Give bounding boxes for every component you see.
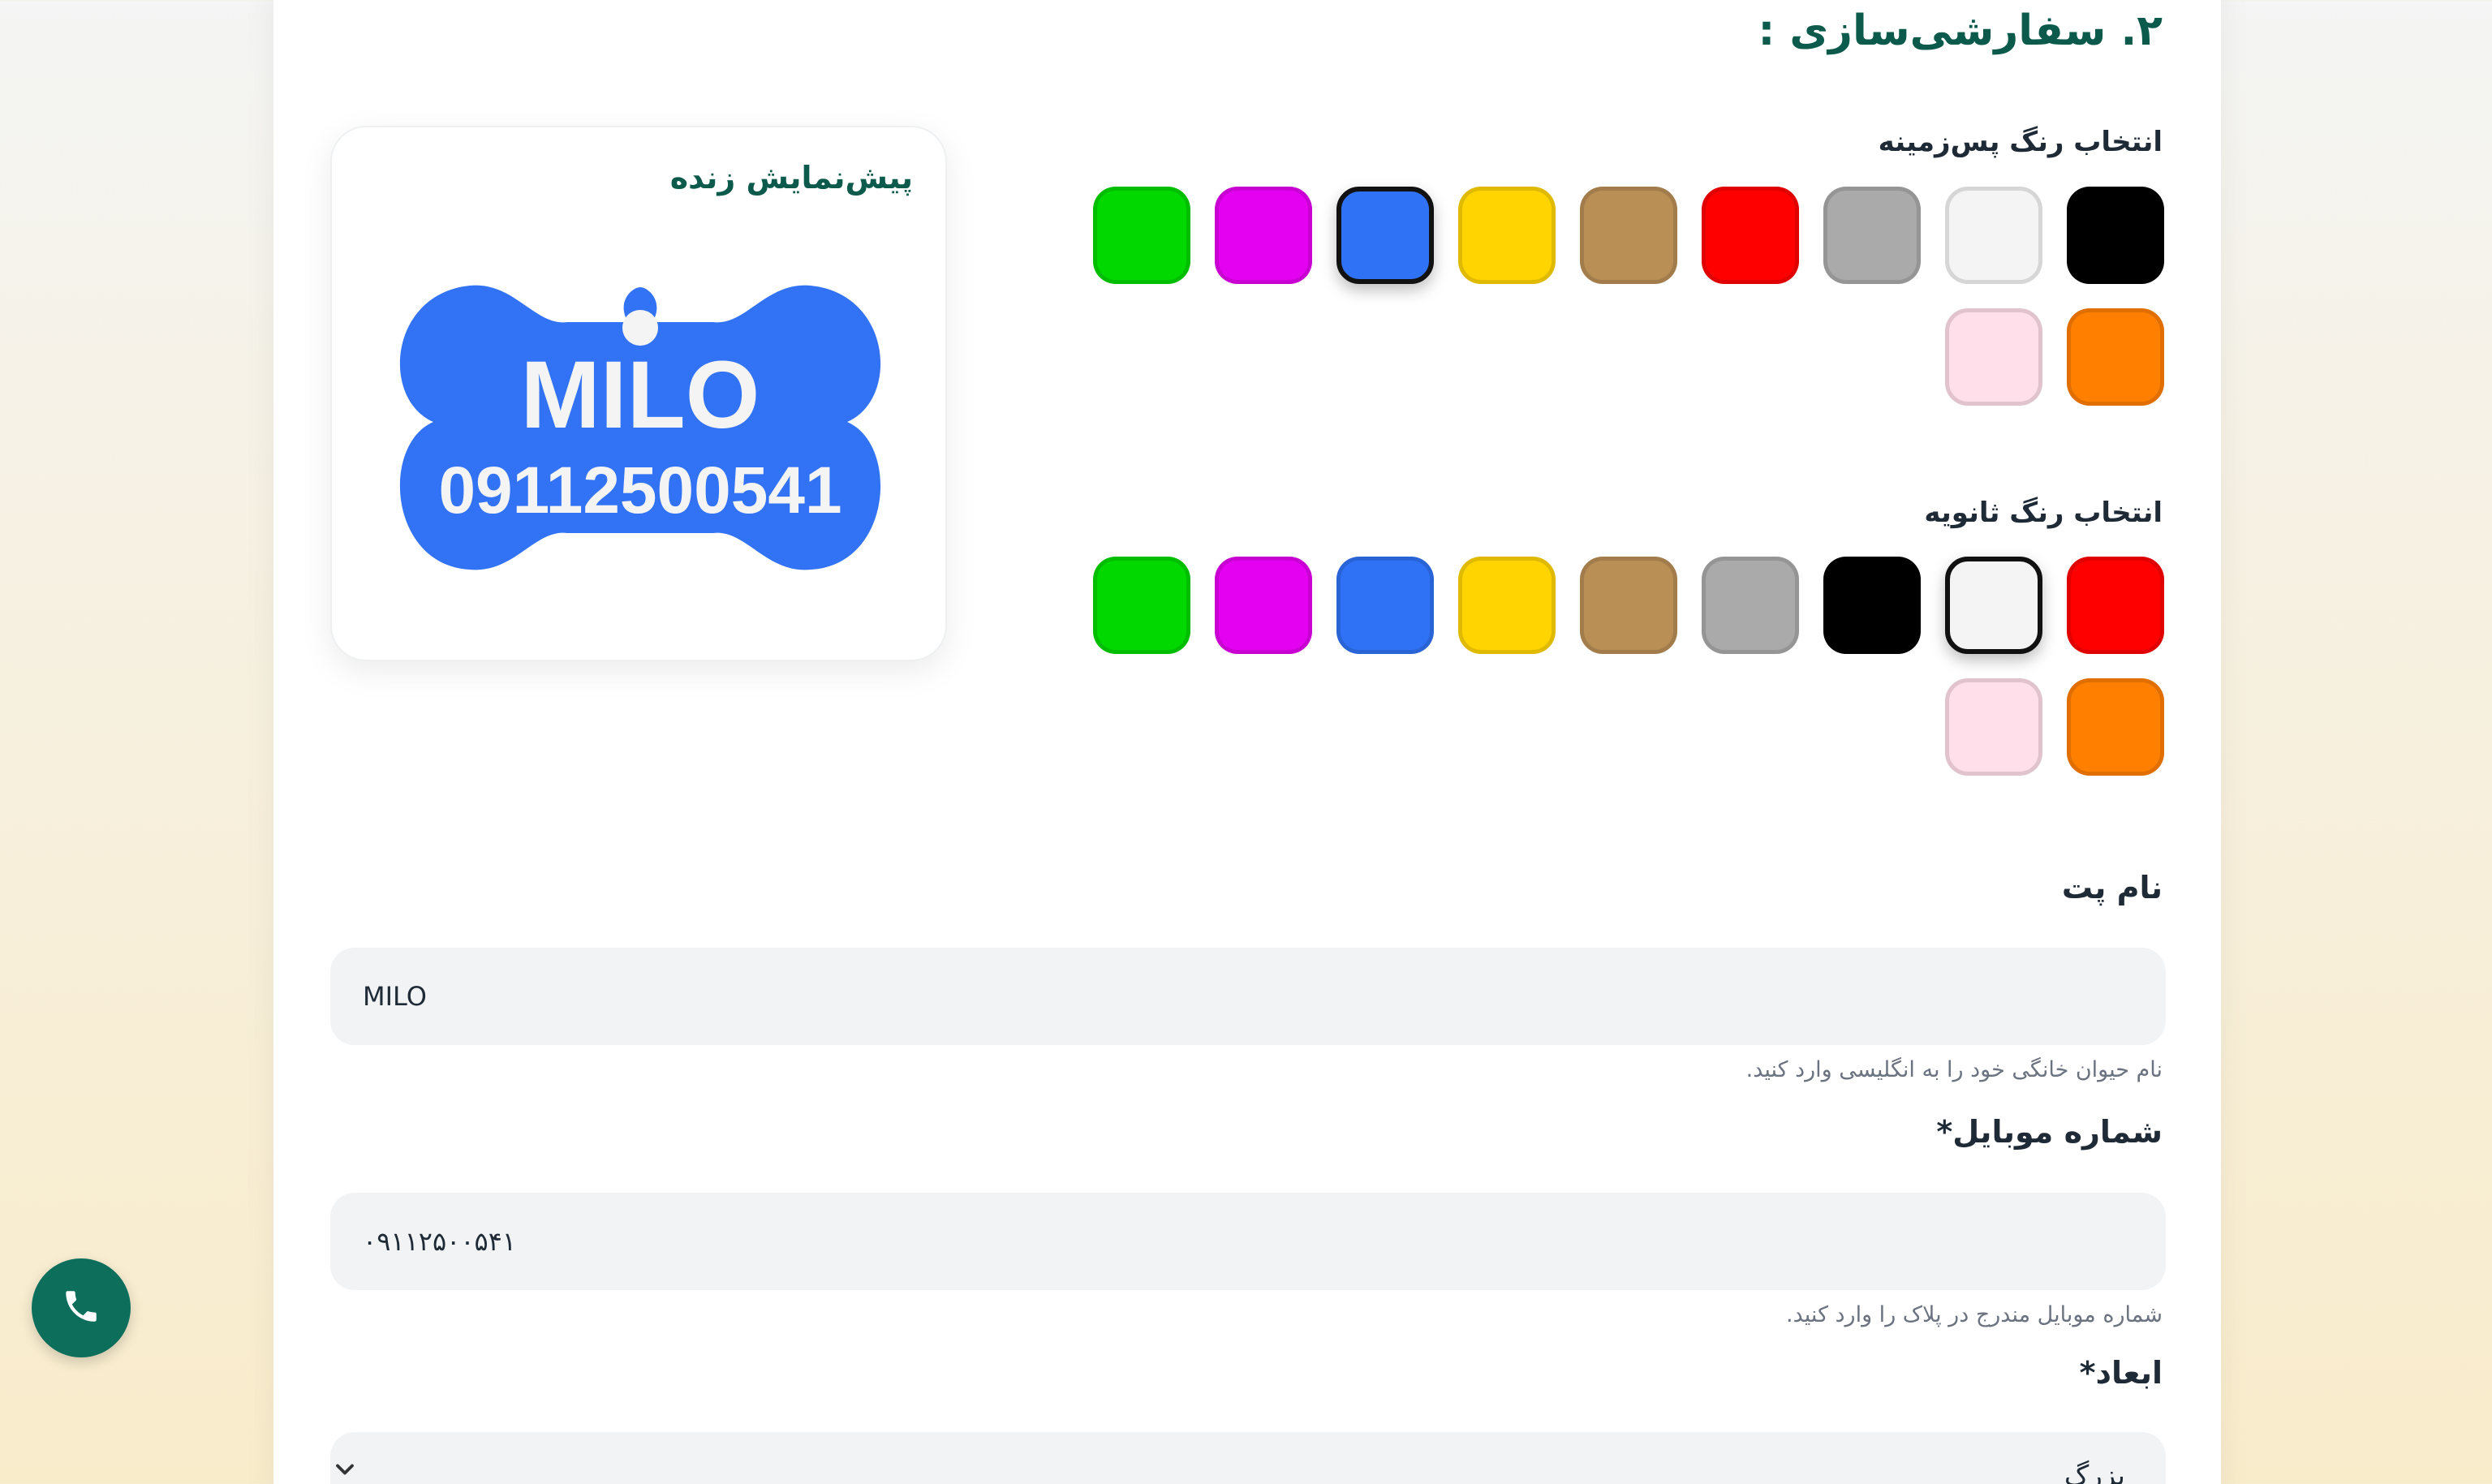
mobile-hint: شماره موبایل مندرج در پلاک را وارد کنید. (1786, 1302, 2163, 1327)
secondary-color-swatch[interactable] (2067, 678, 2164, 776)
tag-hole (622, 310, 658, 346)
dimensions-selected-value: بزرگ (2064, 1460, 2125, 1484)
secondary-color-swatch[interactable] (1945, 678, 2042, 776)
dimensions-label: ابعاد* (2079, 1355, 2163, 1391)
background-color-swatch[interactable] (1702, 187, 1799, 284)
background-color-swatch[interactable] (1458, 187, 1556, 284)
secondary-color-swatch[interactable] (1823, 557, 1921, 654)
background-color-swatch[interactable] (1945, 187, 2042, 284)
pet-name-hint: نام حیوان خانگی خود را به انگلیسی وارد ک… (1745, 1057, 2163, 1082)
secondary-color-swatch[interactable] (2067, 557, 2164, 654)
preview-title: پیش‌نمایش زنده (669, 160, 913, 196)
background-color-swatch[interactable] (2067, 308, 2164, 406)
tag-name-text: MILO (521, 342, 760, 449)
live-preview-panel: پیش‌نمایش زنده MILO 09112500541 (330, 126, 947, 661)
background-color-swatch[interactable] (1823, 187, 1921, 284)
background-color-swatch[interactable] (1945, 308, 2042, 406)
secondary-color-label: انتخاب رنگ ثانویه (1924, 497, 2163, 529)
bone-tag-preview: MILO 09112500541 (399, 285, 881, 570)
background-color-swatch[interactable] (1580, 187, 1677, 284)
pet-name-label: نام پت (2061, 870, 2163, 905)
background-color-swatch[interactable] (2067, 187, 2164, 284)
secondary-color-swatch[interactable] (1336, 557, 1434, 654)
phone-icon (61, 1286, 101, 1330)
secondary-color-swatch[interactable] (1093, 557, 1190, 654)
secondary-color-swatch[interactable] (1458, 557, 1556, 654)
dimensions-select[interactable]: بزرگ (330, 1432, 2166, 1484)
background-color-swatch[interactable] (1336, 187, 1434, 284)
mobile-label: شماره موبایل* (1936, 1114, 2163, 1150)
call-button[interactable] (32, 1258, 131, 1357)
secondary-color-swatch[interactable] (1215, 557, 1312, 654)
pet-name-input[interactable] (330, 948, 2166, 1045)
secondary-color-swatch[interactable] (1702, 557, 1799, 654)
mobile-input[interactable] (330, 1193, 2166, 1290)
background-color-swatch[interactable] (1215, 187, 1312, 284)
background-color-swatch[interactable] (1093, 187, 1190, 284)
tag-phone-text: 09112500541 (438, 454, 841, 527)
secondary-color-swatch[interactable] (1945, 557, 2042, 654)
customization-card: ۲. سفارشی‌سازی : انتخاب رنگ پس‌زمینه انت… (273, 0, 2221, 1484)
chevron-down-icon (330, 1455, 359, 1484)
secondary-color-swatch[interactable] (1580, 557, 1677, 654)
